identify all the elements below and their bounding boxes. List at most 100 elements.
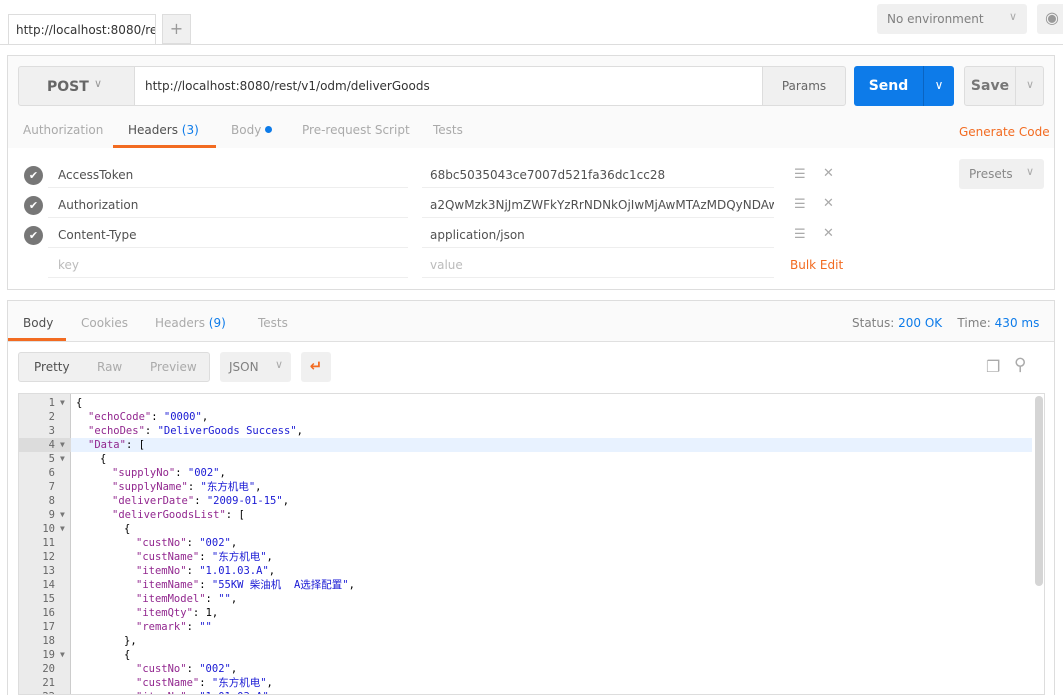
json-punc-token: ,	[269, 691, 275, 694]
new-tab-button[interactable]: +	[162, 14, 191, 44]
code-line: 6 "supplyNo": "002",	[19, 466, 1032, 480]
json-punc-token: {	[124, 649, 131, 661]
code-line: 9 ▼ "deliverGoodsList": [	[19, 508, 1032, 522]
tab-headers[interactable]: Headers (3)	[128, 123, 199, 137]
eye-icon[interactable]: ◉	[1037, 4, 1063, 34]
tab-body[interactable]: Body	[231, 123, 273, 137]
response-tab-headers[interactable]: Headers (9)	[155, 316, 226, 330]
json-key-token: "Data"	[88, 439, 126, 451]
request-tab[interactable]: http://localhost:8080/res	[8, 14, 156, 44]
new-value-input[interactable]: value	[422, 248, 774, 278]
json-punc-token: {	[100, 453, 107, 465]
code-editor[interactable]: 1 ▼{2 "echoCode": "0000", 3 "echoDes": "Deli…	[18, 393, 1045, 695]
fold-arrow-icon[interactable]: ▼	[60, 452, 65, 466]
check-circle-icon[interactable]: ✔	[24, 166, 43, 185]
headers-table: ✔ AccessToken 68bc5035043ce7007d521fa36d…	[8, 148, 1054, 289]
json-key-token: "deliverGoodsList"	[112, 509, 226, 521]
code-text: "itemQty": 1,	[76, 606, 218, 620]
generate-code-link[interactable]: Generate Code	[959, 125, 1050, 139]
chevron-down-icon: ∨	[274, 358, 283, 371]
code-text: "echoCode": "0000",	[76, 410, 208, 424]
json-punc-token: ,	[230, 537, 238, 549]
view-pretty-button[interactable]: Pretty	[34, 360, 70, 374]
line-number: 20	[42, 663, 55, 675]
header-key-input[interactable]: Content-Type	[48, 218, 408, 248]
json-punc-token: :	[187, 481, 201, 493]
environment-select[interactable]: No environment ∨	[877, 4, 1027, 34]
fold-arrow-icon[interactable]: ▼	[60, 648, 65, 662]
json-punc-token: ,	[219, 467, 226, 479]
tab-authorization[interactable]: Authorization	[23, 123, 103, 137]
json-punc-token: ,	[201, 411, 209, 423]
copy-icon[interactable]: ❐	[986, 357, 1000, 376]
line-number: 6	[48, 467, 55, 479]
fold-arrow-icon[interactable]: ▼	[60, 438, 65, 452]
check-circle-icon[interactable]: ✔	[24, 196, 43, 215]
bulk-edit-link[interactable]: Bulk Edit	[790, 258, 843, 272]
header-key-input[interactable]: AccessToken	[48, 158, 408, 188]
code-line: 19 ▼{	[19, 648, 1032, 662]
url-input[interactable]: http://localhost:8080/rest/v1/odm/delive…	[134, 66, 763, 106]
method-select[interactable]: POST ∨	[18, 66, 135, 106]
code-line: 20 "custNo": "002",	[19, 662, 1032, 676]
json-str-token: "1.01.03.A"	[199, 565, 269, 577]
json-key-token: "custNo"	[136, 663, 187, 675]
fold-arrow-icon[interactable]: ▼	[60, 522, 65, 536]
json-punc-token: :	[186, 565, 200, 577]
tab-tests[interactable]: Tests	[433, 123, 463, 137]
header-key-input[interactable]: Authorization	[48, 188, 408, 218]
json-punc-token: ,	[266, 551, 273, 563]
hamburger-icon[interactable]: ☰	[794, 167, 806, 182]
fold-arrow-icon[interactable]: ▼	[60, 508, 65, 522]
header-row: ✔ Content-Type application/json ☰ ✕	[8, 218, 848, 248]
code-line: 8 "deliverDate": "2009-01-15",	[19, 494, 1032, 508]
wrap-lines-icon[interactable]: ↵	[301, 352, 331, 382]
json-key-token: "deliverDate"	[112, 495, 195, 507]
line-number: 18	[42, 635, 55, 647]
new-key-input[interactable]: key	[48, 248, 408, 278]
json-str-token: "东方机电"	[211, 551, 267, 563]
hamburger-icon[interactable]: ☰	[794, 227, 806, 242]
header-value-input[interactable]: application/json	[422, 218, 774, 248]
search-icon[interactable]: ⚲	[1014, 355, 1026, 375]
save-button[interactable]: Save ∨	[964, 66, 1044, 106]
presets-dropdown[interactable]: Presets ∨	[959, 159, 1044, 189]
close-icon[interactable]: ✕	[823, 166, 834, 181]
close-icon[interactable]: ✕	[823, 196, 834, 211]
json-punc-token: },	[124, 635, 137, 647]
save-options-chevron-icon[interactable]: ∨	[1015, 67, 1044, 105]
send-button[interactable]: Send ∨	[854, 66, 954, 106]
response-tab-body[interactable]: Body	[23, 316, 53, 330]
json-punc-token: :	[186, 663, 200, 675]
time-value: 430 ms	[994, 316, 1040, 330]
save-label: Save	[970, 78, 1010, 94]
header-value-input[interactable]: 68bc5035043ce7007d521fa36dc1cc28	[422, 158, 774, 188]
line-number: 7	[48, 481, 55, 493]
json-punc-token: :	[144, 425, 158, 437]
code-text: },	[76, 634, 137, 648]
scrollbar[interactable]	[1035, 396, 1043, 586]
response-tab-cookies[interactable]: Cookies	[81, 316, 128, 330]
format-select[interactable]: JSON ∨	[220, 352, 291, 382]
code-text: "custName": "东方机电",	[76, 676, 273, 690]
code-line: 3 "echoDes": "DeliverGoods Success",	[19, 424, 1032, 438]
send-options-chevron-icon[interactable]: ∨	[923, 66, 954, 106]
params-button[interactable]: Params	[762, 66, 846, 106]
json-str-token: "2009-01-15"	[206, 495, 283, 507]
json-key-token: "custNo"	[136, 537, 187, 549]
fold-arrow-icon[interactable]: ▼	[60, 396, 65, 410]
view-preview-button[interactable]: Preview	[150, 360, 197, 374]
header-value-input[interactable]: a2QwMzk3NjJmZWFkYzRrNDNkOjIwMjAwMTAzMDQy…	[422, 188, 774, 218]
hamburger-icon[interactable]: ☰	[794, 197, 806, 212]
tab-label: Headers	[128, 123, 178, 137]
json-key-token: "supplyName"	[112, 481, 188, 493]
line-number: 3	[48, 425, 55, 437]
code-line: 22 "itemNo": "1.01.03.A",	[19, 690, 1032, 694]
tab-pre-request-script[interactable]: Pre-request Script	[302, 123, 410, 137]
close-icon[interactable]: ✕	[823, 226, 834, 241]
status-value: 200 OK	[898, 316, 943, 330]
response-tab-tests[interactable]: Tests	[258, 316, 288, 330]
check-circle-icon[interactable]: ✔	[24, 226, 43, 245]
view-raw-button[interactable]: Raw	[97, 360, 122, 374]
line-number: 16	[42, 607, 55, 619]
